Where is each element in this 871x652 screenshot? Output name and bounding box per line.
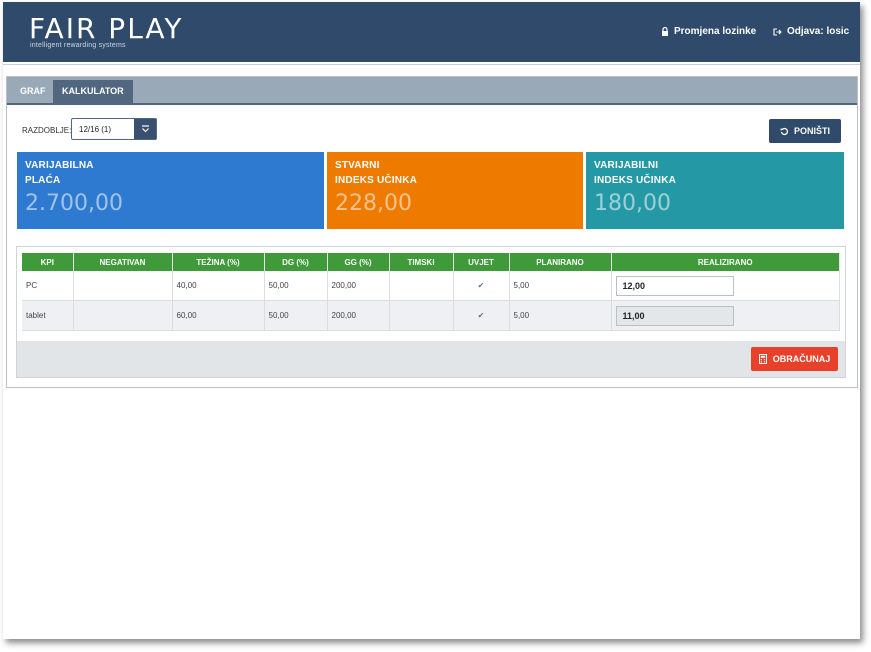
logo[interactable]: FAIR PLAY [29, 14, 184, 44]
reset-button[interactable]: PONIŠTI [769, 119, 841, 143]
logout-label: Odjava: losic [787, 26, 850, 37]
calculator-icon [758, 354, 767, 364]
cell-dg: 50,00 [264, 271, 328, 301]
column-header-realizirano[interactable]: REALIZIRANO [611, 253, 840, 271]
card-value: 228,00 [335, 191, 412, 216]
variable-performance-index-card: VARIJABILNI INDEKS UČINKA 180,00 [586, 152, 844, 229]
card-title-line2: INDEKS UČINKA [335, 175, 418, 186]
cell-planirano: 5,00 [509, 271, 612, 301]
cell-gg: 200,00 [327, 271, 390, 301]
table-row: PC 40,00 50,00 200,00 ✔ 5,00 12,00 [22, 271, 840, 301]
card-title-line2: PLAĆA [25, 175, 61, 186]
card-value: 180,00 [594, 191, 671, 216]
table-row: tablet 60,00 50,00 200,00 ✔ 5,00 11,00 [22, 300, 840, 331]
period-label: RAZDOBLJE: [22, 126, 72, 135]
calculate-button[interactable]: OBRAČUNAJ [751, 347, 838, 371]
logo-tagline: intelligent rewarding systems [30, 42, 126, 49]
tab-bar: GRAF KALKULATOR [7, 77, 857, 105]
card-title-line2: INDEKS UČINKA [594, 175, 677, 186]
check-icon: ✔ [453, 271, 510, 301]
cell-negativan [73, 300, 173, 331]
card-title-line1: VARIJABILNI [594, 160, 659, 171]
cell-kpi: PC [22, 271, 74, 301]
realizirano-input[interactable]: 11,00 [615, 305, 734, 326]
column-header-timski[interactable]: TIMSKI [389, 253, 454, 271]
header-divider [3, 64, 860, 65]
column-header-kpi[interactable]: KPI [22, 253, 74, 271]
cell-timski [389, 300, 454, 331]
cell-gg: 200,00 [327, 300, 390, 331]
kpi-table-container: KPI NEGATIVAN TEŽINA (%) DG (%) GG (%) T… [16, 246, 846, 378]
main-panel: GRAF KALKULATOR RAZDOBLJE: 12/16 (1) PON… [6, 76, 858, 388]
check-icon: ✔ [453, 300, 510, 331]
reset-label: PONIŠTI [793, 126, 830, 136]
sign-out-icon [773, 27, 782, 36]
undo-icon [780, 127, 789, 135]
column-header-planirano[interactable]: PLANIRANO [509, 253, 612, 271]
card-value: 2.700,00 [25, 191, 123, 216]
change-password-link[interactable]: Promjena lozinke [661, 26, 756, 37]
kpi-table: KPI NEGATIVAN TEŽINA (%) DG (%) GG (%) T… [22, 253, 840, 331]
period-value: 12/16 (1) [79, 125, 112, 134]
cell-realizirano: 12,00 [611, 271, 840, 301]
calculate-label: OBRAČUNAJ [772, 354, 831, 364]
actual-performance-index-card: STVARNI INDEKS UČINKA 228,00 [327, 152, 583, 229]
app-window: FAIR PLAY intelligent rewarding systems … [3, 2, 860, 639]
logout-link[interactable]: Odjava: losic [773, 26, 849, 37]
change-password-label: Promjena lozinke [674, 26, 757, 37]
cell-tezina: 40,00 [172, 271, 265, 301]
cell-tezina: 60,00 [172, 300, 265, 331]
cell-dg: 50,00 [264, 300, 328, 331]
cell-realizirano: 11,00 [611, 300, 840, 331]
cell-planirano: 5,00 [509, 300, 612, 331]
column-header-dg[interactable]: DG (%) [264, 253, 328, 271]
column-header-gg[interactable]: GG (%) [327, 253, 390, 271]
dropdown-caret-icon [134, 119, 156, 139]
cell-timski [389, 271, 454, 301]
column-header-tezina[interactable]: TEŽINA (%) [172, 253, 265, 271]
card-title-line1: STVARNI [335, 160, 380, 171]
column-header-negativan[interactable]: NEGATIVAN [73, 253, 173, 271]
table-header-row: KPI NEGATIVAN TEŽINA (%) DG (%) GG (%) T… [22, 253, 840, 271]
card-title-line1: VARIJABILNA [25, 160, 94, 171]
lock-icon [662, 27, 668, 36]
cell-kpi: tablet [22, 300, 74, 331]
top-navbar: FAIR PLAY intelligent rewarding systems … [3, 2, 860, 62]
tab-graf[interactable]: GRAF [11, 80, 55, 103]
cell-negativan [73, 271, 173, 301]
table-footer: OBRAČUNAJ [17, 341, 845, 377]
variable-salary-card: VARIJABILNA PLAĆA 2.700,00 [17, 152, 324, 229]
tab-kalkulator[interactable]: KALKULATOR [53, 80, 133, 103]
column-header-uvjet[interactable]: UVJET [453, 253, 510, 271]
period-select[interactable]: 12/16 (1) [71, 118, 157, 140]
realizirano-input[interactable]: 12,00 [615, 275, 734, 296]
